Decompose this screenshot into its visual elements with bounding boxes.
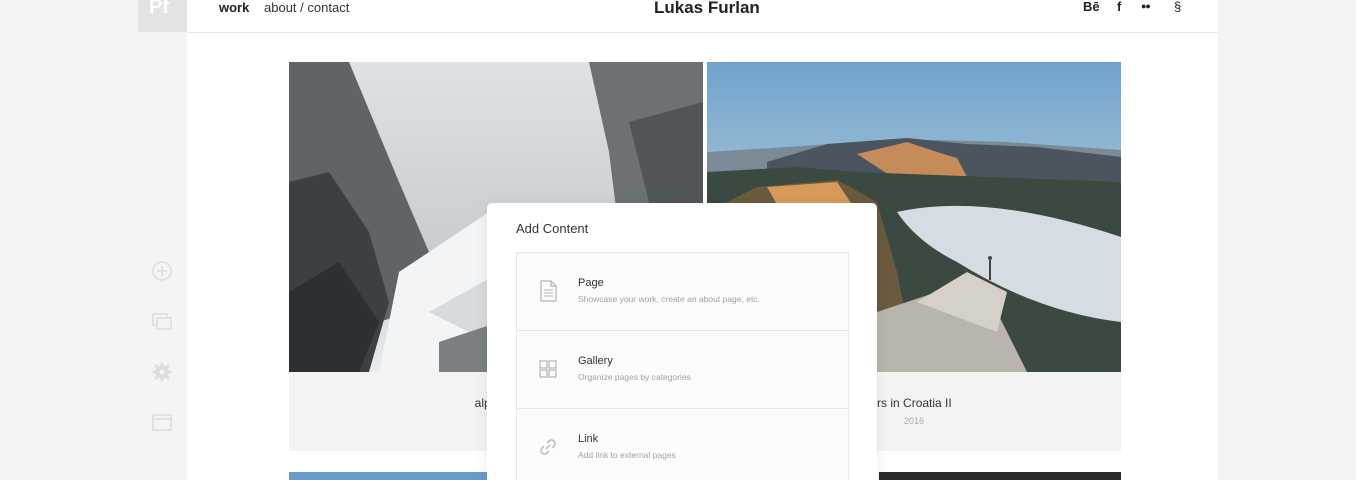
option-description: Add link to external pages xyxy=(578,450,676,460)
option-label: Page xyxy=(578,277,604,289)
content-option-list: Page Showcase your work, create an about… xyxy=(516,252,849,480)
add-gallery-option[interactable]: Gallery Organize pages by categories xyxy=(517,331,848,409)
add-icon[interactable] xyxy=(151,260,173,282)
option-description: Showcase your work, create an about page… xyxy=(578,294,760,304)
option-label: Gallery xyxy=(578,355,613,367)
add-page-option[interactable]: Page Showcase your work, create an about… xyxy=(517,253,848,331)
portfolio-editor-frame: Pf work about / contact Lukas Furlan Bē … xyxy=(138,0,1218,480)
page-icon xyxy=(540,280,557,302)
add-link-option[interactable]: Link Add link to external pages xyxy=(517,409,848,480)
project-cover-image[interactable] xyxy=(289,472,489,480)
pages-icon[interactable] xyxy=(151,311,173,333)
nav-separator: / xyxy=(300,0,304,15)
portfolio-logo: Pf xyxy=(138,0,187,32)
gallery-icon xyxy=(539,360,557,378)
option-description: Organize pages by categories xyxy=(578,372,691,382)
nav-contact-link[interactable]: contact xyxy=(307,0,349,15)
dialog-title: Add Content xyxy=(516,221,589,236)
option-label: Link xyxy=(578,433,599,445)
site-title: Lukas Furlan xyxy=(654,0,760,17)
layout-icon[interactable] xyxy=(151,412,173,434)
site-header: work about / contact Lukas Furlan Bē f ●… xyxy=(187,0,1218,33)
nav-work-link[interactable]: work xyxy=(219,0,249,15)
editor-sidebar: Pf xyxy=(138,0,187,480)
add-content-dialog: Add Content Page Showcase your work, cre… xyxy=(487,203,877,480)
facebook-icon[interactable]: f xyxy=(1117,0,1121,14)
flickr-icon[interactable]: ●● xyxy=(1141,1,1151,11)
behance-icon[interactable]: Bē xyxy=(1083,0,1100,14)
nav-about-link[interactable]: about xyxy=(264,0,297,15)
link-icon xyxy=(540,439,556,455)
project-cover-image[interactable] xyxy=(879,472,1121,480)
nav-links: about / contact xyxy=(264,0,349,15)
settings-icon[interactable] xyxy=(151,361,173,383)
other-social-icon[interactable]: § xyxy=(1174,0,1181,14)
